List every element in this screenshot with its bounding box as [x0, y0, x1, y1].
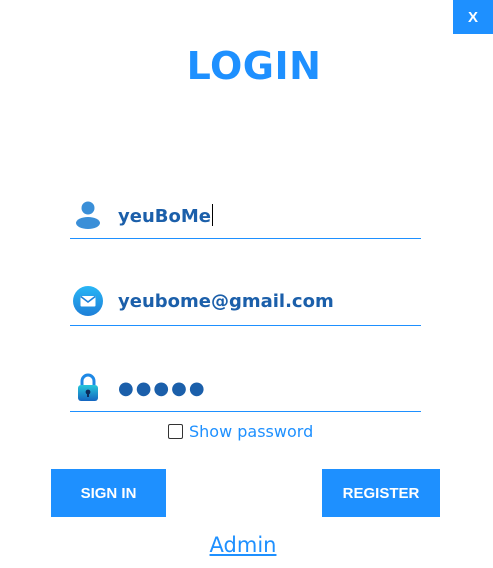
email-field[interactable]: yeubome@gmail.com — [70, 285, 421, 326]
text-cursor — [211, 204, 213, 226]
show-password-label[interactable]: Show password — [189, 422, 313, 441]
register-button[interactable]: REGISTER — [322, 469, 440, 517]
username-value: yeuBoMe — [118, 204, 213, 227]
email-icon — [73, 286, 103, 316]
email-value: yeubome@gmail.com — [118, 291, 334, 312]
show-password-toggle[interactable]: Show password — [168, 422, 313, 441]
user-icon — [76, 201, 100, 229]
login-window: X LOGIN yeuBoMe yeubome@gmail.com ●●●●● … — [0, 0, 493, 568]
password-field[interactable]: ●●●●● — [70, 371, 421, 412]
admin-link[interactable]: Admin — [0, 533, 486, 557]
username-field[interactable]: yeuBoMe — [70, 198, 421, 239]
page-title: LOGIN — [186, 44, 322, 88]
password-value: ●●●●● — [118, 378, 207, 399]
lock-icon — [78, 373, 98, 401]
sign-in-button[interactable]: SIGN IN — [51, 469, 166, 517]
show-password-checkbox[interactable] — [168, 424, 183, 439]
close-button[interactable]: X — [453, 0, 493, 34]
